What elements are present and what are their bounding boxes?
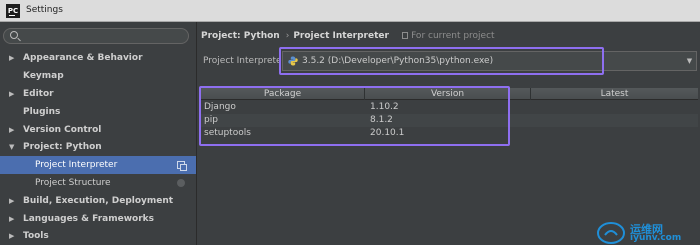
scope-note: For current project <box>402 31 497 41</box>
expand-arrow-icon: ▶ <box>9 197 15 205</box>
watermark-logo: 运维网 iyunv.com <box>596 221 700 245</box>
package-name: Django <box>204 102 236 112</box>
breadcrumb-page: Project Interpreter <box>293 31 389 41</box>
package-version: 20.10.1 <box>370 128 405 138</box>
sidebar-item-project-interpreter[interactable]: Project Interpreter <box>0 156 196 174</box>
project-settings-icon <box>177 179 185 187</box>
sidebar-item-label: Build, Execution, Deployment <box>23 196 174 206</box>
table-row[interactable]: pip 8.1.2 <box>201 114 698 127</box>
settings-search-input[interactable] <box>3 28 189 44</box>
breadcrumb: Project: Python › Project Interpreter For … <box>201 31 499 41</box>
watermark-en-text: iyunv.com <box>630 233 682 243</box>
breadcrumb-separator: › <box>285 31 290 41</box>
sidebar-item-project-structure[interactable]: Project Structure <box>0 174 196 192</box>
copy-settings-icon[interactable] <box>177 161 187 171</box>
table-row[interactable]: Django 1.10.2 <box>201 101 698 114</box>
sidebar-item-label: Tools <box>23 231 49 241</box>
chevron-down-icon[interactable]: ▼ <box>683 51 697 71</box>
column-header-package[interactable]: Package <box>201 88 365 100</box>
interpreter-select[interactable]: 3.5.2 (D:\Developer\Python35\python.exe) <box>282 51 687 71</box>
expand-arrow-icon: ▶ <box>9 232 15 240</box>
pycharm-app-icon: PC <box>6 4 20 18</box>
sidebar-item-label: Project Interpreter <box>35 160 118 170</box>
sidebar-item-languages-frameworks[interactable]: ▶ Languages & Frameworks <box>0 210 196 228</box>
sidebar-item-label: Editor <box>23 89 54 99</box>
interpreter-label: Project Interpreter: <box>203 56 289 66</box>
sidebar-item-label: Keymap <box>23 71 64 81</box>
search-icon <box>10 31 18 39</box>
package-name: pip <box>204 115 218 125</box>
sidebar-item-label: Plugins <box>23 107 61 117</box>
sidebar-item-build-execution-deployment[interactable]: ▶ Build, Execution, Deployment <box>0 192 196 210</box>
expand-arrow-icon: ▶ <box>9 90 15 98</box>
window-titlebar: PC Settings <box>0 0 700 22</box>
expand-arrow-icon: ▶ <box>9 215 15 223</box>
column-header-latest[interactable]: Latest <box>531 88 698 100</box>
expand-arrow-icon: ▶ <box>9 54 15 62</box>
settings-sidebar: ▶ Appearance & Behavior Keymap ▶ Editor … <box>0 22 197 245</box>
window-title: Settings <box>26 5 63 15</box>
sidebar-item-keymap[interactable]: Keymap <box>0 67 196 85</box>
expand-arrow-icon: ▶ <box>9 126 15 134</box>
sidebar-item-project-python[interactable]: ▼ Project: Python <box>0 138 196 156</box>
page-icon <box>402 32 409 39</box>
sidebar-item-version-control[interactable]: ▶ Version Control <box>0 121 196 139</box>
column-header-version[interactable]: Version <box>365 88 531 100</box>
sidebar-item-label: Appearance & Behavior <box>23 53 143 63</box>
sidebar-item-plugins[interactable]: Plugins <box>0 103 196 121</box>
package-name: setuptools <box>204 128 251 138</box>
package-version: 8.1.2 <box>370 115 393 125</box>
sidebar-item-appearance-behavior[interactable]: ▶ Appearance & Behavior <box>0 49 196 67</box>
table-row[interactable]: setuptools 20.10.1 <box>201 127 698 140</box>
sidebar-item-label: Project: Python <box>23 142 102 152</box>
sidebar-item-editor[interactable]: ▶ Editor <box>0 85 196 103</box>
sidebar-item-label: Project Structure <box>35 178 111 188</box>
package-version: 1.10.2 <box>370 102 399 112</box>
interpreter-value: 3.5.2 (D:\Developer\Python35\python.exe) <box>302 56 494 66</box>
scope-note-text: For current project <box>411 31 495 41</box>
collapse-arrow-icon: ▼ <box>9 143 15 151</box>
sidebar-item-label: Version Control <box>23 125 102 135</box>
sidebar-item-tools[interactable]: ▶ Tools <box>0 227 196 245</box>
python-icon <box>288 56 298 66</box>
cloud-logo-icon <box>597 222 625 244</box>
settings-main-panel: Project: Python › Project Interpreter For … <box>198 22 700 245</box>
table-header: Package Version Latest <box>201 88 698 100</box>
sidebar-item-label: Languages & Frameworks <box>23 214 155 224</box>
breadcrumb-project: Project: Python <box>201 31 280 41</box>
